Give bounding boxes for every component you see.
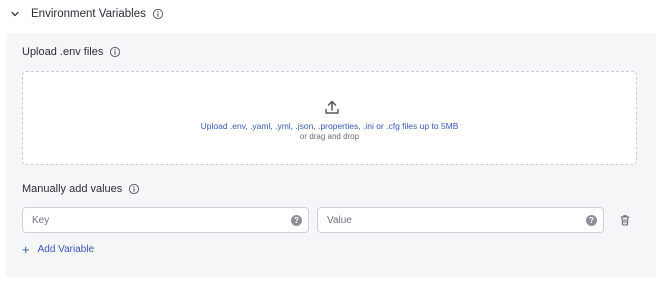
upload-link[interactable]: Upload .env, .yaml, .yml, .json, .proper… — [23, 121, 636, 131]
add-variable-label: Add Variable — [37, 244, 95, 255]
file-dropzone[interactable]: Upload .env, .yaml, .yml, .json, .proper… — [22, 71, 637, 165]
upload-icon — [323, 98, 341, 116]
value-input[interactable] — [327, 208, 586, 232]
environment-variables-panel: Upload .env files Upload .env, .yaml, .y… — [6, 33, 656, 277]
section-title: Environment Variables — [31, 8, 146, 20]
info-icon[interactable] — [152, 8, 164, 20]
manual-values-label: Manually add values — [22, 183, 140, 195]
add-variable-button[interactable]: + Add Variable — [22, 241, 95, 257]
info-icon[interactable] — [109, 46, 121, 58]
key-input[interactable] — [32, 208, 291, 232]
help-icon[interactable]: ? — [291, 214, 302, 226]
chevron-down-icon[interactable] — [8, 7, 22, 21]
key-field[interactable]: ? — [22, 207, 309, 233]
drag-drop-hint: or drag and drop — [299, 132, 360, 141]
plus-icon: + — [22, 241, 30, 257]
manual-values-label-text: Manually add values — [22, 183, 123, 195]
upload-env-label-text: Upload .env files — [22, 46, 104, 58]
help-icon[interactable]: ? — [586, 214, 597, 226]
environment-variables-header[interactable]: Environment Variables — [8, 4, 164, 24]
info-icon[interactable] — [128, 183, 140, 195]
upload-env-label: Upload .env files — [22, 46, 121, 58]
trash-icon[interactable] — [618, 213, 632, 227]
value-field[interactable]: ? — [317, 207, 604, 233]
